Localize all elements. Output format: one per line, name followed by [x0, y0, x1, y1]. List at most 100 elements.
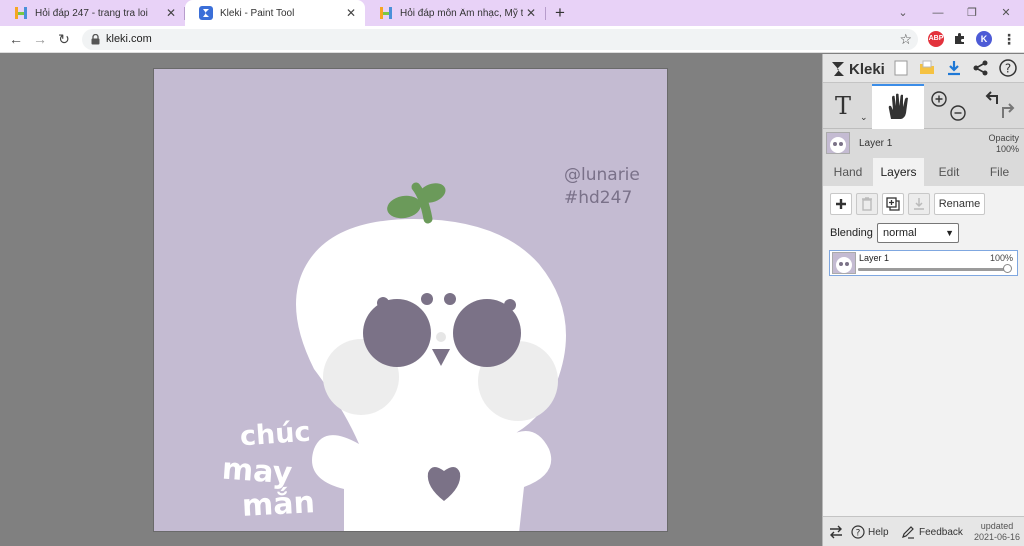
reload-icon[interactable]: ↻ [55, 30, 73, 48]
blending-label: Blending [830, 227, 873, 239]
layer-preview-name: Layer 1 [859, 138, 893, 149]
layer-list-item[interactable]: Layer 1 100% [829, 250, 1018, 276]
help-circle-icon: ? [851, 525, 865, 539]
lock-icon [91, 34, 100, 45]
greeting-word-3: mắn [241, 485, 316, 524]
greeting-word-2: may [220, 451, 294, 492]
layer-preview-row[interactable]: Layer 1 Opacity 100% [823, 130, 1024, 158]
panel-top-bar: Kleki ? [823, 54, 1024, 83]
canvas-viewport[interactable]: @lunarie #hd247 chúc may mắn [0, 54, 822, 546]
duplicate-icon [886, 197, 900, 211]
tab-search-icon[interactable]: ⌄ [893, 4, 913, 22]
close-tab-icon[interactable]: ✕ [523, 5, 539, 21]
address-bar[interactable]: kleki.com ☆ [82, 29, 918, 50]
browser-menu-icon[interactable]: ⋮ [1000, 30, 1018, 48]
tab-edit[interactable]: Edit [924, 158, 974, 186]
plus-icon [836, 199, 846, 209]
tab-separator [545, 7, 546, 20]
layer-preview-opacity: Opacity 100% [988, 133, 1019, 155]
redo-icon[interactable] [1002, 103, 1015, 118]
svg-text:?: ? [856, 529, 861, 539]
merge-down-icon [914, 198, 924, 210]
tab-hand[interactable]: Hand [823, 158, 873, 186]
bookmark-star-icon[interactable]: ☆ [899, 31, 912, 48]
back-arrow-icon[interactable]: ← [7, 30, 25, 48]
share-icon[interactable] [971, 58, 991, 78]
puzzle-icon[interactable] [952, 31, 968, 47]
greeting-word-1: chúc [239, 416, 312, 453]
layer-opacity-slider[interactable] [858, 268, 1008, 271]
kleki-logo[interactable]: Kleki [829, 59, 885, 79]
forward-arrow-icon[interactable]: → [31, 30, 49, 48]
brow-dot-left [421, 293, 433, 305]
duplicate-layer-button[interactable] [882, 193, 904, 215]
blending-mode-select[interactable]: normal ▼ [877, 223, 959, 243]
help-link[interactable]: ? Help [851, 525, 889, 539]
add-layer-button[interactable] [830, 193, 852, 215]
drawing-canvas[interactable]: @lunarie #hd247 chúc may mắn [153, 68, 668, 532]
updated-info: updated 2021-06-16 [974, 521, 1020, 543]
layer-thumbnail-art [830, 137, 846, 153]
layer-thumbnail-art [836, 257, 852, 273]
profile-avatar[interactable]: K [976, 31, 992, 47]
layer-opacity-value: 100% [989, 253, 1013, 263]
browser-tab-strip: Hỏi đáp 247 - trang tra loi ✕ Kleki - Pa… [0, 0, 1024, 26]
url-text: kleki.com [106, 33, 152, 45]
minimize-icon[interactable]: — [928, 4, 948, 22]
new-file-icon[interactable] [891, 58, 911, 78]
zoom-in-icon[interactable] [931, 91, 947, 107]
zoom-controls [931, 91, 966, 121]
updated-date: 2021-06-16 [973, 532, 1020, 542]
tool-row: T ⌄ [823, 84, 1024, 129]
trash-icon [862, 197, 872, 211]
close-tab-icon[interactable]: ✕ [163, 5, 179, 21]
left-eyelash [377, 297, 389, 309]
feedback-link[interactable]: Feedback [901, 525, 963, 539]
blending-mode-value: normal [883, 227, 917, 239]
layer-name: Layer 1 [859, 253, 890, 263]
layer-opacity-slider-handle[interactable] [1003, 264, 1012, 273]
hoidap-h-icon [15, 7, 27, 19]
open-folder-icon[interactable] [917, 58, 937, 78]
svg-text:?: ? [1005, 62, 1011, 76]
rename-layer-button[interactable]: Rename [934, 193, 985, 215]
chevron-down-icon[interactable]: ⌄ [860, 112, 868, 123]
merge-layer-button[interactable] [908, 193, 930, 215]
tab-file[interactable]: File [974, 158, 1024, 186]
restore-icon[interactable]: ❐ [962, 4, 982, 22]
undo-icon[interactable] [985, 91, 998, 104]
panel-tabs: Hand Layers Edit File [823, 158, 1024, 186]
right-eyelash [504, 299, 516, 311]
layers-panel: Rename Blending normal ▼ Layer 1 100% [823, 186, 1024, 546]
watermark-handle: @lunarie [564, 165, 640, 185]
chevron-down-icon: ▼ [945, 228, 954, 238]
left-eye [363, 299, 431, 367]
browser-tab-hoidap-music[interactable]: Hỏi đáp môn Âm nhạc, Mỹ thuật ✕ [365, 0, 545, 26]
close-window-icon[interactable]: ✕ [996, 4, 1016, 22]
tab-title: Hỏi đáp 247 - trang tra loi [35, 7, 148, 19]
help-label: Help [868, 526, 889, 538]
swap-arrows-icon[interactable] [828, 524, 844, 540]
help-icon[interactable]: ? [998, 58, 1018, 78]
hand-tool-button[interactable] [872, 84, 924, 129]
opacity-value: 100% [995, 144, 1019, 154]
kleki-side-panel: Kleki ? T ⌄ Layer 1 Opacity 100% Hand La… [822, 54, 1024, 546]
delete-layer-button[interactable] [856, 193, 878, 215]
zoom-out-icon[interactable] [950, 105, 966, 121]
close-tab-icon[interactable]: ✕ [343, 5, 359, 21]
browser-tab-hoidap[interactable]: Hỏi đáp 247 - trang tra loi ✕ [0, 0, 185, 26]
text-tool-glyph: T [835, 92, 852, 120]
text-tool-button[interactable]: T ⌄ [823, 84, 871, 129]
browser-tab-kleki[interactable]: Kleki - Paint Tool ✕ [185, 0, 365, 26]
new-tab-button[interactable]: + [551, 4, 569, 22]
kleki-icon [199, 6, 213, 20]
tab-layers[interactable]: Layers [873, 158, 924, 186]
download-icon[interactable] [944, 58, 964, 78]
hand-icon [888, 93, 908, 119]
panel-bottom-bar: ? Help Feedback updated 2021-06-16 [823, 516, 1024, 546]
updated-label: updated [980, 521, 1014, 531]
opacity-label: Opacity [988, 133, 1019, 143]
abp-icon[interactable]: ABP [928, 31, 944, 47]
feedback-pen-icon [902, 526, 914, 539]
layer-opacity-slider-fill [858, 268, 1008, 271]
